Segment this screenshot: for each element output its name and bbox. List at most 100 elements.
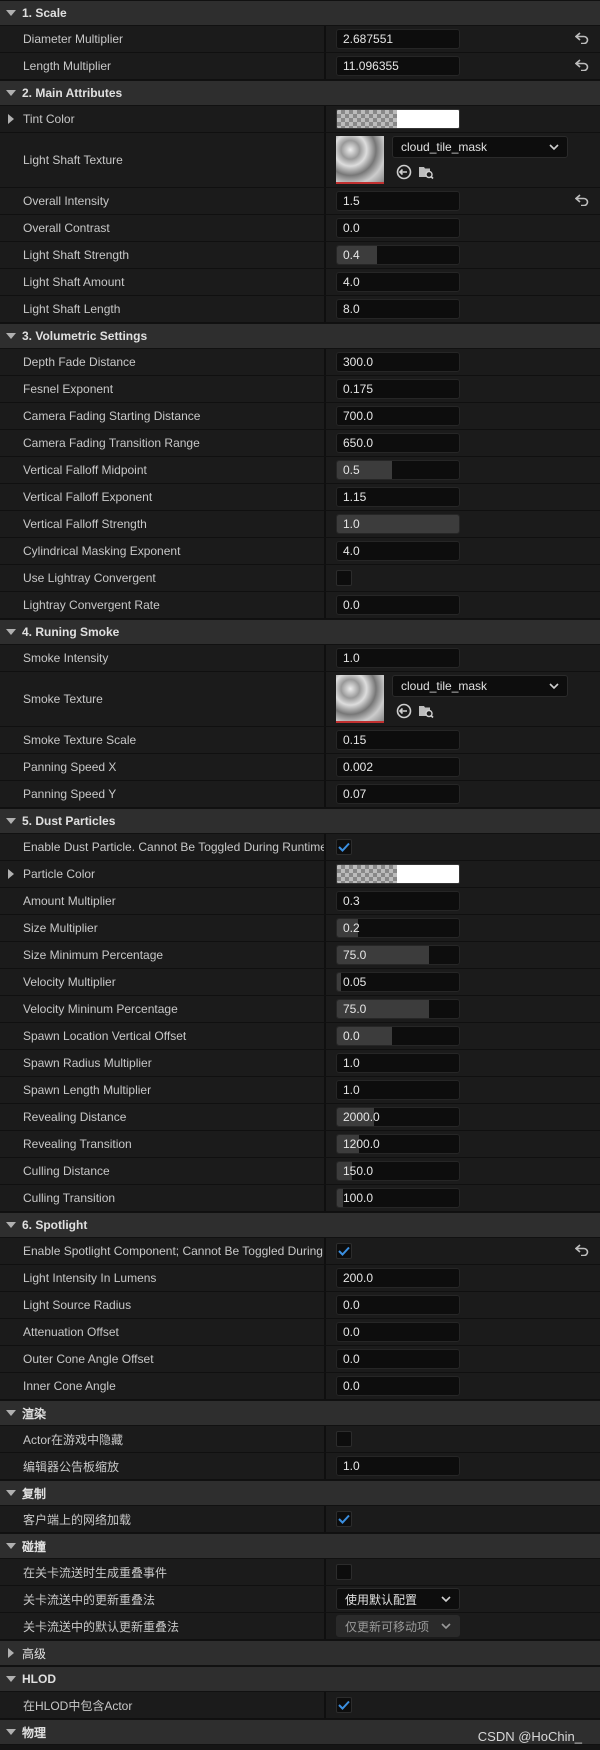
collapse-arrow-icon[interactable] — [0, 1676, 22, 1682]
expand-arrow-icon[interactable] — [0, 1648, 22, 1658]
number-input[interactable]: 1.0 — [336, 1053, 460, 1073]
expand-arrow-icon[interactable] — [8, 114, 14, 124]
section-header[interactable]: 2. Main Attributes — [0, 80, 600, 106]
number-input[interactable]: 0.175 — [336, 379, 460, 399]
number-input[interactable]: 8.0 — [336, 299, 460, 319]
color-swatch[interactable] — [336, 109, 460, 129]
number-input[interactable]: 1.15 — [336, 487, 460, 507]
collapse-arrow-icon[interactable] — [0, 1222, 22, 1228]
dropdown[interactable]: 仅更新可移动项 — [336, 1615, 460, 1637]
property-name: Velocity Multiplier — [0, 969, 324, 995]
property-row: Depth Fade Distance 300.0 — [0, 349, 600, 376]
texture-thumbnail[interactable] — [336, 136, 384, 184]
number-input[interactable]: 300.0 — [336, 352, 460, 372]
reset-to-default-icon[interactable] — [574, 58, 589, 74]
collapse-arrow-icon[interactable] — [0, 10, 22, 16]
number-input[interactable]: 1200.0 — [336, 1134, 460, 1154]
collapse-arrow-icon[interactable] — [0, 1543, 22, 1549]
number-input[interactable]: 1.0 — [336, 1080, 460, 1100]
number-input[interactable]: 150.0 — [336, 1161, 460, 1181]
property-row: Lightray Convergent Rate 0.0 — [0, 592, 600, 619]
section-header[interactable]: 4. Runing Smoke — [0, 619, 600, 645]
property-value: cloud_tile_mask — [326, 133, 568, 187]
expand-arrow-icon[interactable] — [8, 869, 14, 879]
number-input[interactable]: 0.0 — [336, 1295, 460, 1315]
reset-to-default-icon[interactable] — [574, 31, 589, 47]
browse-asset-icon[interactable] — [418, 703, 434, 722]
number-input[interactable]: 11.096355 — [336, 56, 460, 76]
collapse-arrow-icon[interactable] — [0, 333, 22, 339]
collapse-arrow-icon[interactable] — [0, 629, 22, 635]
reset-to-default-icon[interactable] — [574, 193, 589, 209]
number-input[interactable]: 700.0 — [336, 406, 460, 426]
collapse-arrow-icon[interactable] — [0, 1490, 22, 1496]
section-header[interactable]: 5. Dust Particles — [0, 808, 600, 834]
section-title: 2. Main Attributes — [22, 86, 123, 100]
number-input[interactable]: 4.0 — [336, 272, 460, 292]
section-header[interactable]: 渲染 — [0, 1400, 600, 1426]
number-input[interactable]: 200.0 — [336, 1268, 460, 1288]
use-selected-icon[interactable] — [396, 703, 412, 722]
texture-dropdown[interactable]: cloud_tile_mask — [392, 675, 568, 697]
collapse-arrow-icon[interactable] — [0, 1729, 22, 1735]
collapse-arrow-icon[interactable] — [0, 90, 22, 96]
number-input[interactable]: 0.15 — [336, 730, 460, 750]
number-input[interactable]: 0.0 — [336, 218, 460, 238]
number-input[interactable]: 0.4 — [336, 245, 460, 265]
property-name: Diameter Multiplier — [0, 26, 324, 52]
checkbox[interactable] — [336, 570, 352, 586]
number-input[interactable]: 0.002 — [336, 757, 460, 777]
number-input[interactable]: 0.05 — [336, 972, 460, 992]
number-input[interactable]: 1.0 — [336, 648, 460, 668]
reset-column — [564, 188, 600, 214]
section-header[interactable]: 碰撞 — [0, 1533, 600, 1559]
number-input[interactable]: 100.0 — [336, 1188, 460, 1208]
checkbox[interactable] — [336, 1564, 352, 1580]
texture-thumbnail[interactable] — [336, 675, 384, 723]
checkbox[interactable] — [336, 839, 352, 855]
number-input[interactable]: 0.0 — [336, 1349, 460, 1369]
property-row: Spawn Radius Multiplier 1.0 — [0, 1050, 600, 1077]
number-input[interactable]: 75.0 — [336, 945, 460, 965]
number-input[interactable]: 1.0 — [336, 1456, 460, 1476]
property-name: 在关卡流送时生成重叠事件 — [0, 1559, 324, 1585]
watermark: CSDN @HoChin_ — [477, 1729, 582, 1744]
number-input[interactable]: 2000.0 — [336, 1107, 460, 1127]
section-header[interactable]: 3. Volumetric Settings — [0, 323, 600, 349]
number-input[interactable]: 0.07 — [336, 784, 460, 804]
reset-to-default-icon[interactable] — [574, 1243, 589, 1259]
reset-column — [564, 1373, 600, 1399]
section-header[interactable]: 高级 — [0, 1640, 600, 1666]
color-fill — [397, 110, 459, 128]
number-input[interactable]: 0.0 — [336, 1376, 460, 1396]
number-input[interactable]: 4.0 — [336, 541, 460, 561]
texture-dropdown[interactable]: cloud_tile_mask — [392, 136, 568, 158]
section-header[interactable]: 6. Spotlight — [0, 1212, 600, 1238]
browse-asset-icon[interactable] — [418, 164, 434, 183]
number-input[interactable]: 1.0 — [336, 514, 460, 534]
number-input[interactable]: 0.0 — [336, 1322, 460, 1342]
number-input[interactable]: 0.0 — [336, 595, 460, 615]
collapse-arrow-icon[interactable] — [0, 818, 22, 824]
dropdown[interactable]: 使用默认配置 — [336, 1588, 460, 1610]
number-input[interactable]: 1.5 — [336, 191, 460, 211]
number-input[interactable]: 0.5 — [336, 460, 460, 480]
section-header[interactable]: HLOD — [0, 1666, 600, 1692]
checkbox[interactable] — [336, 1243, 352, 1259]
property-value: 0.15 — [326, 727, 564, 753]
section-header[interactable]: 复制 — [0, 1480, 600, 1506]
number-input[interactable]: 0.3 — [336, 891, 460, 911]
number-input[interactable]: 0.0 — [336, 1026, 460, 1046]
section-header[interactable]: 1. Scale — [0, 0, 600, 26]
number-input[interactable]: 0.2 — [336, 918, 460, 938]
collapse-arrow-icon[interactable] — [0, 1410, 22, 1416]
color-swatch[interactable] — [336, 864, 460, 884]
number-input[interactable]: 2.687551 — [336, 29, 460, 49]
checkbox[interactable] — [336, 1431, 352, 1447]
property-value — [326, 106, 564, 132]
number-input[interactable]: 650.0 — [336, 433, 460, 453]
use-selected-icon[interactable] — [396, 164, 412, 183]
checkbox[interactable] — [336, 1511, 352, 1527]
number-input[interactable]: 75.0 — [336, 999, 460, 1019]
checkbox[interactable] — [336, 1697, 352, 1713]
